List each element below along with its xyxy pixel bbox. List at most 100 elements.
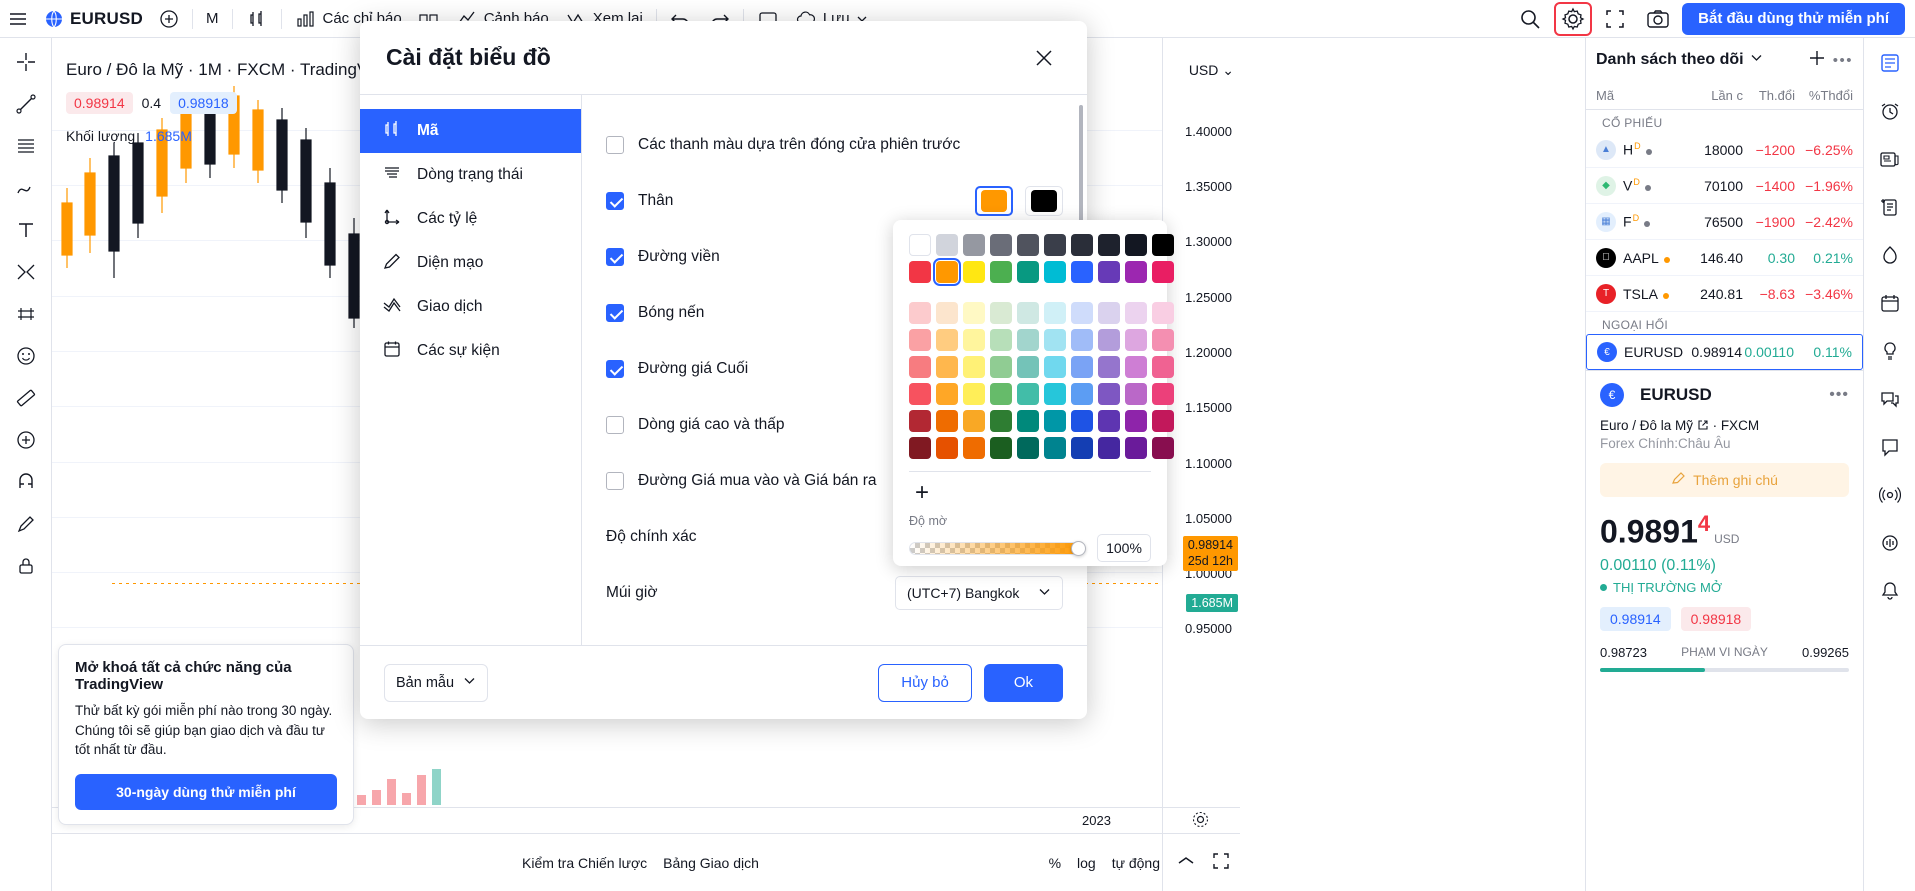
- color-swatch[interactable]: [1017, 234, 1039, 256]
- checkbox-body[interactable]: [606, 192, 624, 210]
- color-swatch[interactable]: [1125, 261, 1147, 283]
- color-swatch[interactable]: [936, 356, 958, 378]
- color-swatch[interactable]: [909, 329, 931, 351]
- color-swatch[interactable]: [936, 302, 958, 324]
- color-swatch[interactable]: [1071, 329, 1093, 351]
- color-swatch[interactable]: [1125, 329, 1147, 351]
- color-swatch[interactable]: [1098, 437, 1120, 459]
- color-swatch[interactable]: [963, 329, 985, 351]
- add-color-icon[interactable]: +: [909, 480, 935, 506]
- color-swatch[interactable]: [1044, 356, 1066, 378]
- color-swatch[interactable]: [1017, 410, 1039, 432]
- color-swatch[interactable]: [963, 383, 985, 405]
- nav-item-scales[interactable]: Các tỷ lệ: [360, 197, 581, 241]
- color-swatch[interactable]: [1098, 410, 1120, 432]
- nav-item-symbol[interactable]: Mã: [360, 109, 581, 153]
- color-swatch[interactable]: [963, 234, 985, 256]
- template-select[interactable]: Bản mẫu: [384, 663, 488, 702]
- color-swatch[interactable]: [1017, 329, 1039, 351]
- color-swatch[interactable]: [963, 302, 985, 324]
- color-swatch[interactable]: [1125, 437, 1147, 459]
- color-swatch[interactable]: [909, 356, 931, 378]
- color-swatch[interactable]: [909, 261, 931, 283]
- color-swatch[interactable]: [1152, 383, 1174, 405]
- color-swatch[interactable]: [1152, 437, 1174, 459]
- color-swatch[interactable]: [1152, 410, 1174, 432]
- color-swatch[interactable]: [933, 258, 961, 286]
- nav-item-events[interactable]: Các sự kiện: [360, 329, 581, 373]
- color-swatch[interactable]: [990, 410, 1012, 432]
- color-swatch-grid[interactable]: [909, 234, 1174, 459]
- color-swatch[interactable]: [1044, 261, 1066, 283]
- color-swatch[interactable]: [1098, 356, 1120, 378]
- color-swatch[interactable]: [1017, 437, 1039, 459]
- color-swatch[interactable]: [1071, 302, 1093, 324]
- color-swatch[interactable]: [1098, 329, 1120, 351]
- color-swatch[interactable]: [1098, 261, 1120, 283]
- color-swatch[interactable]: [1125, 234, 1147, 256]
- color-swatch[interactable]: [990, 261, 1012, 283]
- color-swatch[interactable]: [909, 383, 931, 405]
- timezone-select[interactable]: (UTC+7) Bangkok: [895, 576, 1063, 610]
- color-swatch[interactable]: [1152, 302, 1174, 324]
- color-swatch[interactable]: [1152, 329, 1174, 351]
- color-swatch[interactable]: [990, 234, 1012, 256]
- color-swatch[interactable]: [990, 302, 1012, 324]
- color-swatch[interactable]: [1098, 234, 1120, 256]
- color-swatch[interactable]: [909, 410, 931, 432]
- color-swatch[interactable]: [963, 356, 985, 378]
- checkbox-bid-ask[interactable]: [606, 472, 624, 490]
- color-swatch[interactable]: [990, 356, 1012, 378]
- color-swatch[interactable]: [1017, 356, 1039, 378]
- color-swatch[interactable]: [936, 383, 958, 405]
- color-swatch[interactable]: [990, 437, 1012, 459]
- color-swatch[interactable]: [1044, 410, 1066, 432]
- color-swatch[interactable]: [909, 302, 931, 324]
- checkbox-last-price[interactable]: [606, 360, 624, 378]
- swatch-body-down[interactable]: [1025, 186, 1063, 216]
- color-swatch[interactable]: [1017, 302, 1039, 324]
- checkbox-border[interactable]: [606, 248, 624, 266]
- color-swatch[interactable]: [1098, 302, 1120, 324]
- checkbox-high-low[interactable]: [606, 416, 624, 434]
- color-swatch[interactable]: [1044, 329, 1066, 351]
- color-swatch[interactable]: [1017, 383, 1039, 405]
- color-swatch[interactable]: [936, 329, 958, 351]
- nav-item-status-line[interactable]: Dòng trạng thái: [360, 153, 581, 197]
- ok-button[interactable]: Ok: [983, 663, 1063, 702]
- color-swatch[interactable]: [1071, 356, 1093, 378]
- color-swatch[interactable]: [1152, 261, 1174, 283]
- color-swatch[interactable]: [1071, 383, 1093, 405]
- close-icon[interactable]: [1027, 41, 1061, 75]
- color-swatch[interactable]: [1071, 410, 1093, 432]
- color-swatch[interactable]: [1071, 437, 1093, 459]
- color-swatch[interactable]: [963, 410, 985, 432]
- color-swatch[interactable]: [1071, 261, 1093, 283]
- nav-item-appearance[interactable]: Diện mạo: [360, 241, 581, 285]
- color-swatch[interactable]: [1044, 437, 1066, 459]
- color-swatch[interactable]: [936, 410, 958, 432]
- color-swatch[interactable]: [936, 234, 958, 256]
- color-swatch[interactable]: [963, 437, 985, 459]
- color-swatch[interactable]: [1044, 302, 1066, 324]
- cancel-button[interactable]: Hủy bỏ: [878, 663, 972, 702]
- color-swatch[interactable]: [963, 261, 985, 283]
- color-swatch[interactable]: [1044, 234, 1066, 256]
- nav-item-trading[interactable]: Giao dịch: [360, 285, 581, 329]
- color-swatch[interactable]: [1017, 261, 1039, 283]
- opacity-slider-knob[interactable]: [1071, 540, 1086, 556]
- checkbox-wick[interactable]: [606, 304, 624, 322]
- color-swatch[interactable]: [909, 234, 931, 256]
- color-swatch[interactable]: [990, 329, 1012, 351]
- color-swatch[interactable]: [1071, 234, 1093, 256]
- swatch-body-up[interactable]: [975, 186, 1013, 216]
- color-swatch[interactable]: [1152, 356, 1174, 378]
- color-swatch[interactable]: [1125, 383, 1147, 405]
- opacity-value[interactable]: 100%: [1097, 534, 1151, 562]
- color-swatch[interactable]: [936, 437, 958, 459]
- color-swatch[interactable]: [1125, 410, 1147, 432]
- color-swatch[interactable]: [1044, 383, 1066, 405]
- color-swatch[interactable]: [1098, 383, 1120, 405]
- color-swatch[interactable]: [1152, 234, 1174, 256]
- color-swatch[interactable]: [990, 383, 1012, 405]
